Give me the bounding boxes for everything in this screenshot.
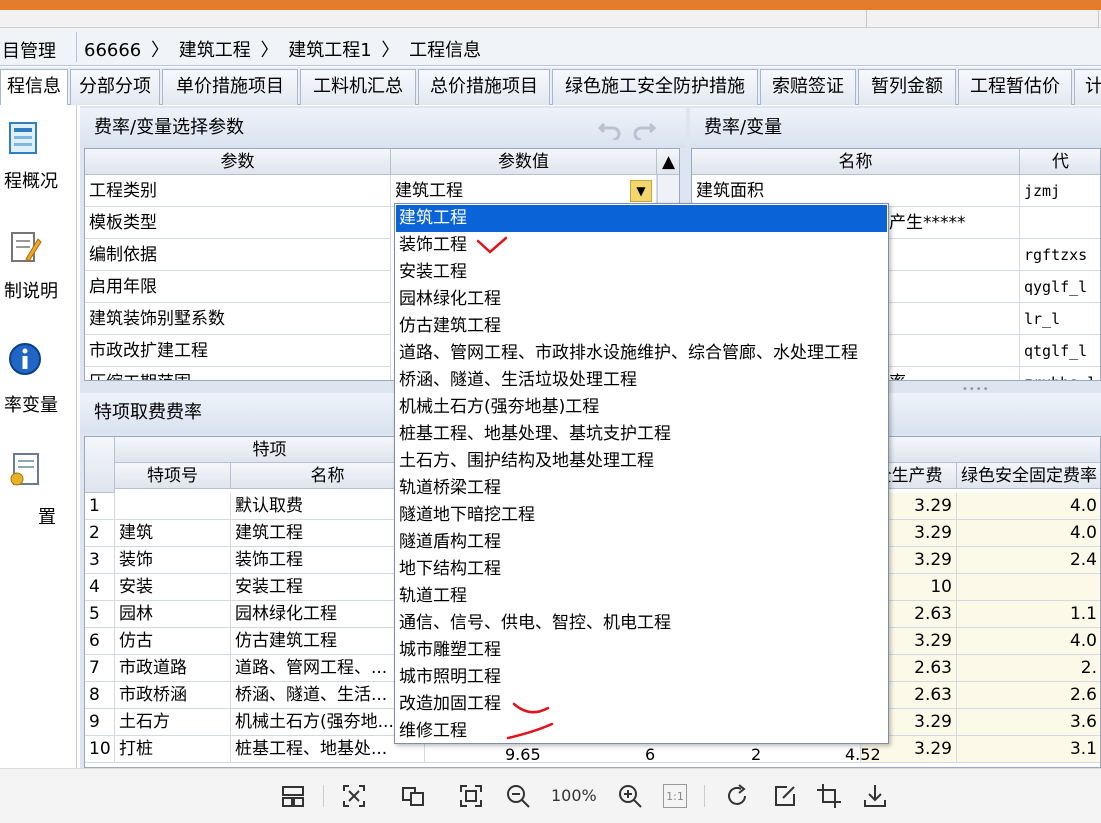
zoom-level: 100% [551,786,597,805]
handwritten-annotations [476,236,554,740]
gallery-icon[interactable] [279,782,307,810]
crop-icon[interactable] [815,782,843,810]
zoom-in-icon[interactable] [616,782,644,810]
fullscreen-icon[interactable] [457,782,485,810]
zoom-out-icon[interactable] [504,782,532,810]
actual-size-button[interactable]: 1:1 [663,784,687,808]
rotate-icon[interactable] [723,782,751,810]
translate-icon[interactable] [399,782,427,810]
edit-icon[interactable] [771,782,799,810]
ocr-scan-icon[interactable] [340,782,368,810]
image-viewer-toolbar: 100% 1:1 [0,768,1101,823]
download-icon[interactable] [861,782,889,810]
